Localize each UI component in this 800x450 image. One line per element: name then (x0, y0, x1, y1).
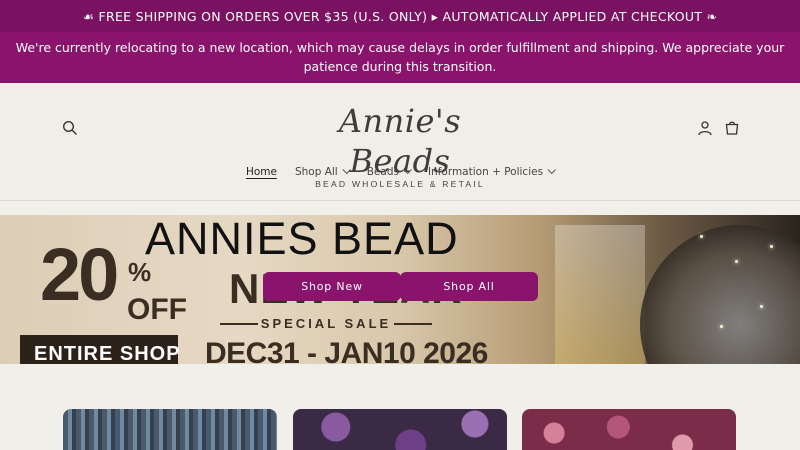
category-card-amethyst-beads[interactable] (293, 409, 507, 450)
champagne-glasses-image (555, 225, 645, 364)
sparkle (770, 245, 773, 248)
button-label: Shop All (443, 280, 495, 293)
chevron-down-icon (403, 165, 412, 175)
nav-label: Shop All (294, 166, 338, 178)
nav-label: Home (245, 166, 277, 178)
nav-item-beads[interactable]: Beads (365, 164, 412, 180)
search-icon[interactable] (59, 117, 81, 139)
notice-line-1: We're currently relocating to a new loca… (15, 40, 785, 55)
chevron-down-icon (342, 165, 351, 175)
sparkle (735, 260, 738, 263)
nav-label: Beads (366, 166, 399, 178)
announcement-text: ☙ FREE SHIPPING ON ORDERS OVER $35 (U.S.… (82, 8, 718, 24)
shop-all-button[interactable]: Shop All (400, 272, 538, 301)
category-card-pink-beads[interactable] (522, 409, 736, 450)
nav-item-information-policies[interactable]: Information + Policies (426, 164, 556, 180)
logo-subtitle: BEAD WHOLESALE & RETAIL (315, 179, 485, 189)
entire-shop-label: ENTIRE SHOP (20, 335, 180, 364)
category-card-blue-beads[interactable] (63, 409, 277, 450)
sparkle (720, 325, 723, 328)
discount-percent: 20 (40, 233, 119, 316)
sale-dates: DEC31 - JAN10 2026 (205, 337, 488, 364)
nav-label: Information + Policies (427, 166, 544, 178)
relocation-notice: We're currently relocating to a new loca… (0, 32, 800, 83)
special-sale-label: SPECIAL SALE (218, 316, 434, 331)
nav-item-shop-all[interactable]: Shop All (293, 164, 351, 180)
cart-icon[interactable] (721, 117, 743, 139)
chevron-down-icon (547, 165, 556, 175)
site-header: Annie's Beads BEAD WHOLESALE & RETAIL Ho… (0, 83, 800, 201)
sparkle (760, 305, 763, 308)
announcement-bar: ☙ FREE SHIPPING ON ORDERS OVER $35 (U.S.… (0, 0, 800, 32)
discount-off: OFF (127, 293, 187, 326)
sparkle (700, 235, 703, 238)
percent-sign: % (128, 257, 152, 287)
account-icon[interactable] (694, 117, 716, 139)
shop-new-button[interactable]: Shop New (263, 272, 401, 301)
nav-item-home[interactable]: Home (244, 164, 279, 180)
button-label: Shop New (301, 280, 363, 293)
main-nav: Home Shop All Beads Information + Polici… (0, 164, 800, 180)
clock-image (640, 225, 800, 364)
hero-brand-text: ANNIES BEAD (145, 215, 459, 264)
notice-line-2: patience during this transition. (303, 59, 497, 74)
